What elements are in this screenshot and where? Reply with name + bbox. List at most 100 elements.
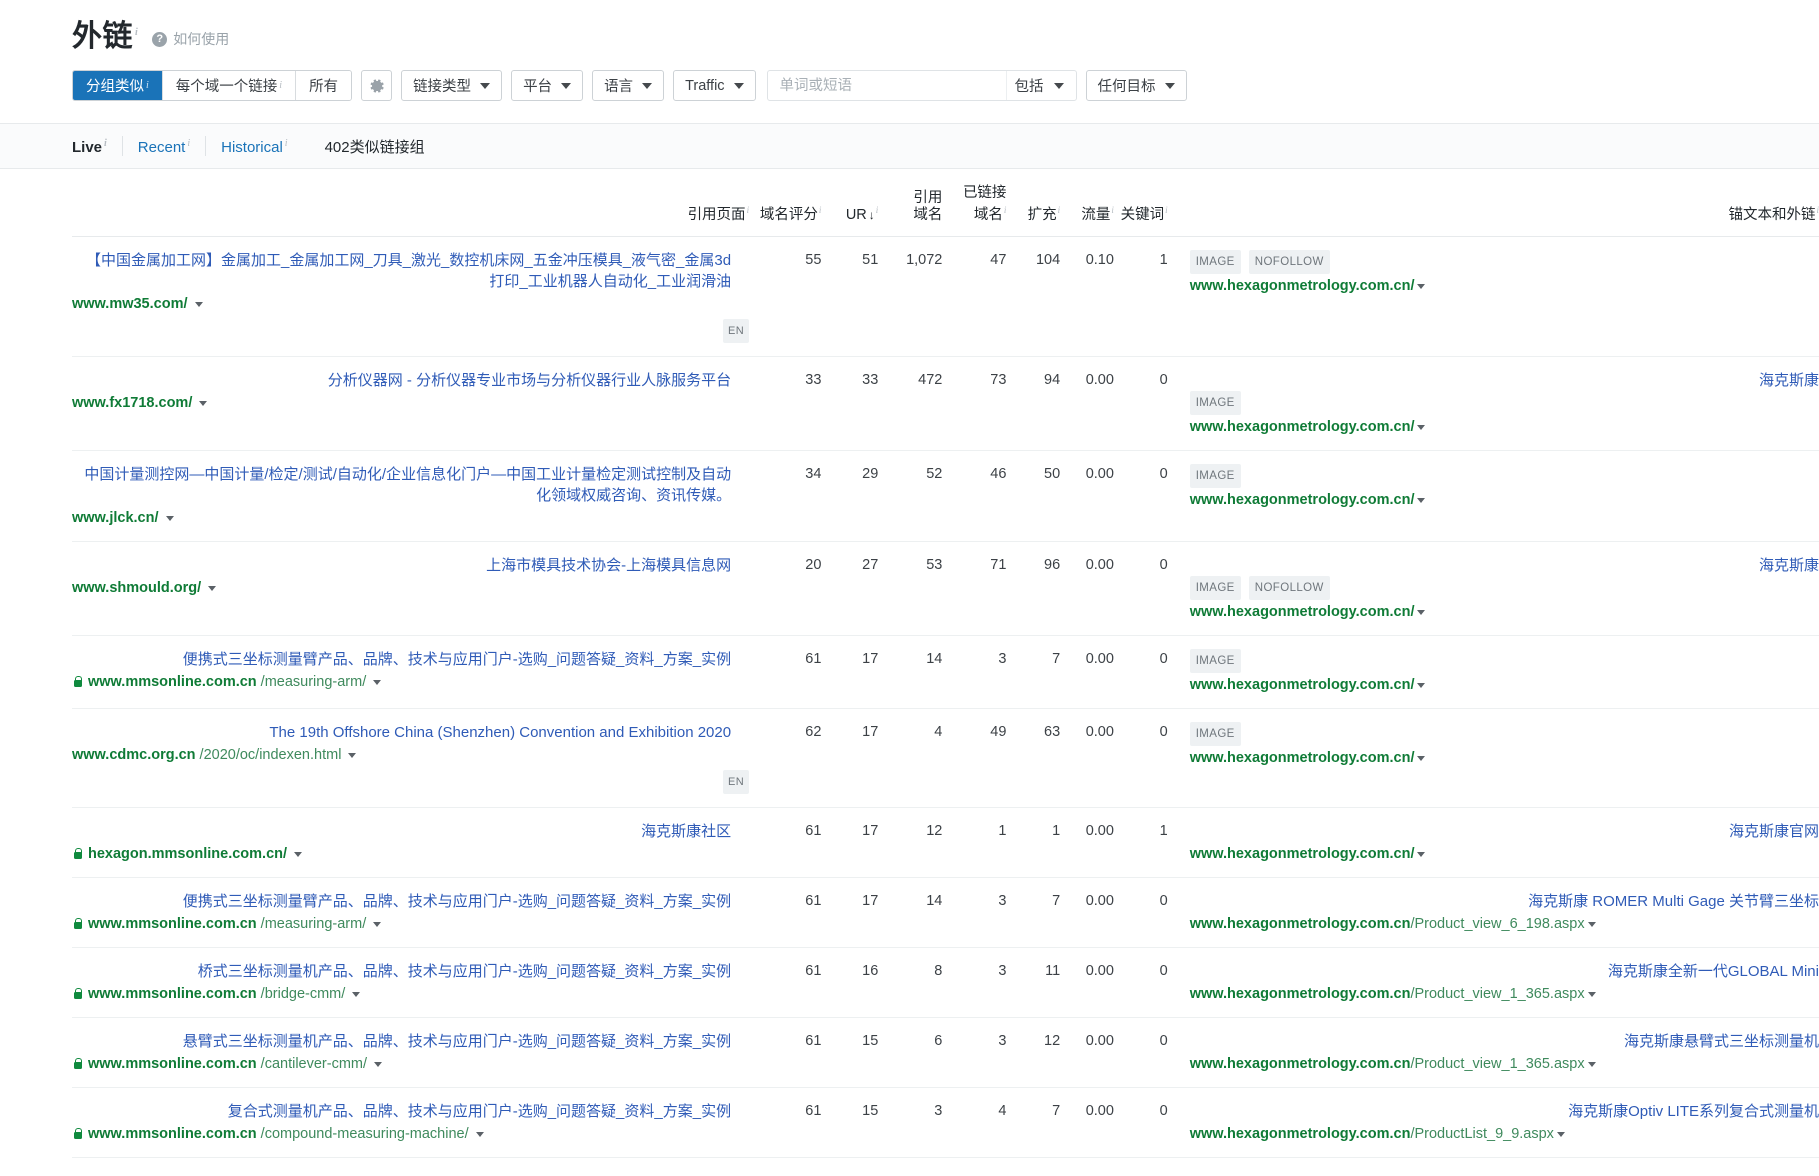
referring-page-url[interactable]: www.mmsonline.com.cn/bridge-cmm/ [72, 984, 749, 1004]
chevron-down-icon[interactable] [348, 753, 357, 759]
chevron-down-icon[interactable] [352, 992, 361, 998]
cell-referring-domains[interactable]: 6 [878, 1017, 943, 1088]
header-ur[interactable]: UR ↓i [821, 169, 879, 237]
cell-linked-domains[interactable]: 3 [942, 947, 1007, 1018]
cell-keywords[interactable]: 0 [1113, 708, 1168, 808]
chevron-down-icon[interactable] [1417, 498, 1426, 504]
header-keywords[interactable]: 关键词i [1113, 169, 1168, 237]
referring-page-url[interactable]: www.cdmc.org.cn/2020/oc/indexen.html [72, 745, 749, 765]
cell-keywords[interactable]: 0 [1113, 947, 1168, 1018]
anchor-text[interactable]: 海克斯康全新一代GLOBAL Mini [1190, 961, 1819, 982]
chevron-down-icon[interactable] [1417, 756, 1426, 762]
chevron-down-icon[interactable] [208, 586, 217, 592]
referring-page-url[interactable]: www.fx1718.com/ [72, 393, 749, 413]
link-type-dropdown[interactable]: 链接类型 [401, 70, 503, 101]
chevron-down-icon[interactable] [194, 302, 203, 308]
page-title-info-marker[interactable]: i [135, 27, 138, 38]
cell-keywords[interactable]: 1 [1113, 807, 1168, 878]
referring-page-url[interactable]: www.mmsonline.com.cn/measuring-arm/ [72, 914, 749, 934]
referring-page-title-link[interactable]: 中国计量测控网—中国计量/检定/测试/自动化/企业信息化门户—中国工业计量检定测… [72, 464, 749, 506]
referring-page-url[interactable]: www.mmsonline.com.cn/cantilever-cmm/ [72, 1054, 749, 1074]
cell-linked-domains[interactable]: 46 [942, 450, 1007, 542]
backlink-url[interactable]: www.hexagonmetrology.com.cn/Product_view… [1190, 984, 1819, 1004]
cell-linked-domains[interactable]: 47 [942, 236, 1007, 357]
anchor-text[interactable]: 海克斯康 [1190, 555, 1819, 576]
target-dropdown[interactable]: 任何目标 [1085, 70, 1187, 101]
backlink-url[interactable]: www.hexagonmetrology.com.cn/ [1190, 844, 1819, 864]
referring-page-title-link[interactable]: 分析仪器网 - 分析仪器专业市场与分析仪器行业人脉服务平台 [72, 370, 749, 391]
backlink-url[interactable]: www.hexagonmetrology.com.cn/Product_view… [1190, 1054, 1819, 1074]
referring-page-title-link[interactable]: 便携式三坐标测量臂产品、品牌、技术与应用门户-选购_问题答疑_资料_方案_实例 [72, 649, 749, 670]
tab-historical[interactable]: Historical i [206, 136, 302, 156]
cell-keywords[interactable]: 0 [1113, 1017, 1168, 1088]
platform-dropdown[interactable]: 平台 [511, 70, 584, 101]
segment-one-link-per-domain[interactable]: 每个域一个链接 i [162, 71, 297, 100]
referring-page-title-link[interactable]: 复合式测量机产品、品牌、技术与应用门户-选购_问题答疑_资料_方案_实例 [72, 1101, 749, 1122]
referring-page-title-link[interactable]: The 19th Offshore China (Shenzhen) Conve… [72, 722, 749, 743]
cell-linked-domains[interactable]: 71 [942, 541, 1007, 636]
referring-page-url[interactable]: www.jlck.cn/ [72, 508, 749, 528]
cell-referring-domains[interactable]: 52 [878, 450, 943, 542]
chevron-down-icon[interactable] [1587, 922, 1596, 928]
backlink-url[interactable]: www.hexagonmetrology.com.cn/ [1190, 675, 1819, 695]
cell-keywords[interactable]: 0 [1113, 356, 1168, 451]
cell-linked-domains[interactable]: 49 [942, 708, 1007, 808]
tab-live[interactable]: Live i [72, 136, 123, 156]
cell-referring-domains[interactable]: 14 [878, 635, 943, 709]
cell-referring-domains[interactable]: 4 [878, 708, 943, 808]
referring-page-title-link[interactable]: 桥式三坐标测量机产品、品牌、技术与应用门户-选购_问题答疑_资料_方案_实例 [72, 961, 749, 982]
backlink-url[interactable]: www.hexagonmetrology.com.cn/ProductList_… [1190, 1124, 1819, 1144]
backlink-url[interactable]: www.hexagonmetrology.com.cn/ [1190, 490, 1819, 510]
anchor-text[interactable]: 海克斯康 [1190, 370, 1819, 391]
backlink-url[interactable]: www.hexagonmetrology.com.cn/ [1190, 602, 1819, 622]
chevron-down-icon[interactable] [165, 516, 174, 522]
header-external[interactable]: 扩充i [1006, 169, 1061, 237]
header-referring-domains[interactable]: 引用 域名 [878, 169, 943, 237]
anchor-text[interactable]: 海克斯康 ROMER Multi Gage 关节臂三坐标 [1190, 891, 1819, 912]
cell-referring-domains[interactable]: 472 [878, 356, 943, 451]
backlink-url[interactable]: www.hexagonmetrology.com.cn/Product_view… [1190, 914, 1819, 934]
cell-keywords[interactable]: 0 [1113, 1087, 1168, 1158]
backlink-url[interactable]: www.hexagonmetrology.com.cn/ [1190, 417, 1819, 437]
referring-page-url[interactable]: www.mmsonline.com.cn/measuring-arm/ [72, 672, 749, 692]
cell-keywords[interactable]: 1 [1113, 236, 1168, 357]
anchor-text[interactable]: 海克斯康Optiv LITE系列复合式测量机 [1190, 1101, 1819, 1122]
referring-page-title-link[interactable]: 上海市模具技术协会-上海模具信息网 [72, 555, 749, 576]
referring-page-title-link[interactable]: 【中国金属加工网】金属加工_金属加工网_刀具_激光_数控机床网_五金冲压模具_液… [72, 250, 749, 292]
referring-page-url[interactable]: www.mmsonline.com.cn/compound-measuring-… [72, 1124, 749, 1144]
settings-button[interactable] [361, 70, 393, 101]
cell-linked-domains[interactable]: 4 [942, 1087, 1007, 1158]
cell-keywords[interactable]: 0 [1113, 635, 1168, 709]
segment-grouped-similar[interactable]: 分组类似 i [73, 71, 163, 100]
cell-keywords[interactable]: 0 [1113, 541, 1168, 636]
anchor-text[interactable]: 海克斯康官网 [1190, 821, 1819, 842]
referring-page-url[interactable]: hexagon.mmsonline.com.cn/ [72, 844, 749, 864]
referring-page-title-link[interactable]: 便携式三坐标测量臂产品、品牌、技术与应用门户-选购_问题答疑_资料_方案_实例 [72, 891, 749, 912]
referring-page-title-link[interactable]: 悬臂式三坐标测量机产品、品牌、技术与应用门户-选购_问题答疑_资料_方案_实例 [72, 1031, 749, 1052]
anchor-text[interactable]: 海克斯康悬臂式三坐标测量机 [1190, 1031, 1819, 1052]
header-traffic[interactable]: 流量i [1060, 169, 1114, 237]
cell-linked-domains[interactable]: 3 [942, 635, 1007, 709]
cell-referring-domains[interactable]: 1,072 [878, 236, 943, 357]
chevron-down-icon[interactable] [373, 680, 382, 686]
cell-linked-domains[interactable]: 1 [942, 807, 1007, 878]
cell-referring-domains[interactable]: 14 [878, 877, 943, 948]
cell-referring-domains[interactable]: 12 [878, 807, 943, 878]
cell-referring-domains[interactable]: 53 [878, 541, 943, 636]
search-input[interactable] [767, 71, 1006, 100]
chevron-down-icon[interactable] [1417, 425, 1426, 431]
backlink-url[interactable]: www.hexagonmetrology.com.cn/ [1190, 276, 1819, 296]
chevron-down-icon[interactable] [374, 1062, 383, 1068]
referring-page-url[interactable]: www.shmould.org/ [72, 578, 749, 598]
referring-page-title-link[interactable]: 海克斯康社区 [72, 821, 749, 842]
chevron-down-icon[interactable] [199, 401, 208, 407]
segment-all[interactable]: 所有 [296, 71, 352, 100]
cell-linked-domains[interactable]: 73 [942, 356, 1007, 451]
header-domain-rating[interactable]: 域名评分i [749, 169, 822, 237]
cell-linked-domains[interactable]: 3 [942, 877, 1007, 948]
referring-page-url[interactable]: www.mw35.com/ [72, 294, 749, 314]
chevron-down-icon[interactable] [1417, 284, 1426, 290]
header-anchor-and-backlink[interactable]: 锚文本和外链 i [1167, 169, 1819, 237]
traffic-dropdown[interactable]: Traffic [673, 70, 756, 101]
cell-keywords[interactable]: 0 [1113, 877, 1168, 948]
